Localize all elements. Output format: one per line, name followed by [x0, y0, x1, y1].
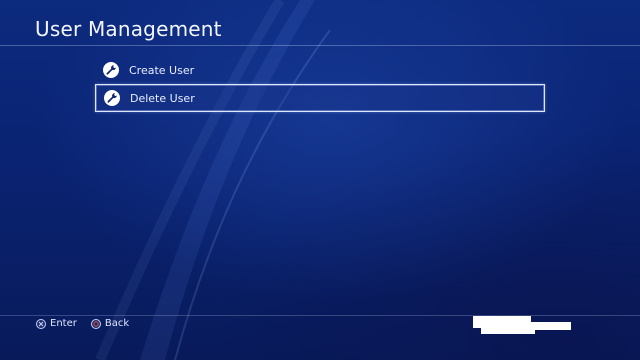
circle-button-icon — [90, 318, 101, 329]
background-sweep — [95, 0, 331, 360]
menu-item-label: Delete User — [130, 91, 195, 105]
wrench-icon — [104, 90, 120, 106]
menu-item-label: Create User — [129, 63, 195, 77]
enter-label: Enter — [50, 318, 77, 329]
header-divider — [0, 45, 640, 46]
redacted-area — [473, 316, 571, 334]
user-management-menu: Create User Delete User — [95, 56, 545, 112]
page-title: User Management — [35, 17, 222, 41]
enter-hint[interactable]: Enter — [36, 318, 77, 329]
cross-button-icon — [36, 318, 46, 329]
menu-item-create-user[interactable]: Create User — [95, 56, 545, 84]
button-hints: Enter Back — [36, 318, 143, 329]
wrench-icon — [103, 62, 119, 78]
back-label: Back — [104, 318, 130, 329]
back-hint[interactable]: Back — [90, 318, 130, 329]
menu-item-delete-user[interactable]: Delete User — [95, 84, 545, 112]
